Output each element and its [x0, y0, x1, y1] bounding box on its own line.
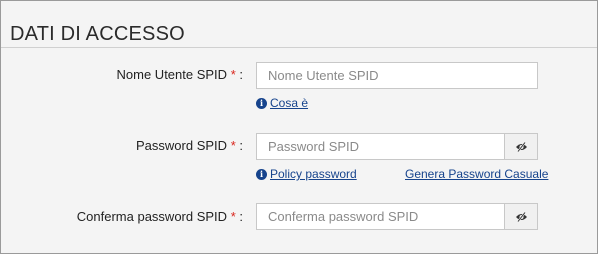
username-label: Nome Utente SPID * :: [117, 67, 243, 82]
confirm-password-required-mark: *: [230, 209, 236, 224]
eye-slash-icon: [515, 141, 527, 152]
eye-slash-icon: [515, 211, 527, 222]
access-data-panel: DATI DI ACCESSO Nome Utente SPID * : i C…: [0, 0, 598, 254]
info-icon: i: [256, 168, 267, 180]
password-label-suffix: :: [239, 138, 243, 153]
password-label: Password SPID * :: [136, 138, 243, 153]
generate-password-link-text[interactable]: Genera Password Casuale: [405, 167, 548, 181]
password-input[interactable]: [257, 134, 505, 159]
generate-password-link[interactable]: Genera Password Casuale: [405, 167, 548, 181]
username-field[interactable]: [256, 62, 538, 89]
title-divider: [1, 47, 597, 48]
confirm-password-visibility-toggle[interactable]: [504, 204, 537, 229]
confirm-password-label-suffix: :: [239, 209, 243, 224]
password-required-mark: *: [230, 138, 236, 153]
policy-password-link-text[interactable]: Policy password: [270, 167, 357, 181]
username-label-suffix: :: [239, 67, 243, 82]
confirm-password-input[interactable]: [257, 204, 505, 229]
username-required-mark: *: [230, 67, 236, 82]
password-visibility-toggle[interactable]: [504, 134, 537, 159]
username-label-text: Nome Utente SPID: [116, 67, 228, 82]
password-label-text: Password SPID: [136, 138, 228, 153]
what-is-link-text[interactable]: Cosa è: [270, 96, 308, 110]
confirm-password-label: Conferma password SPID * :: [77, 209, 243, 224]
section-title: DATI DI ACCESSO: [10, 23, 185, 45]
info-icon: i: [256, 97, 267, 109]
what-is-link[interactable]: i Cosa è: [256, 96, 308, 110]
password-field[interactable]: [256, 133, 538, 160]
confirm-password-field[interactable]: [256, 203, 538, 230]
username-input[interactable]: [257, 63, 537, 88]
confirm-password-label-text: Conferma password SPID: [76, 209, 228, 224]
policy-password-link[interactable]: i Policy password: [256, 167, 357, 181]
